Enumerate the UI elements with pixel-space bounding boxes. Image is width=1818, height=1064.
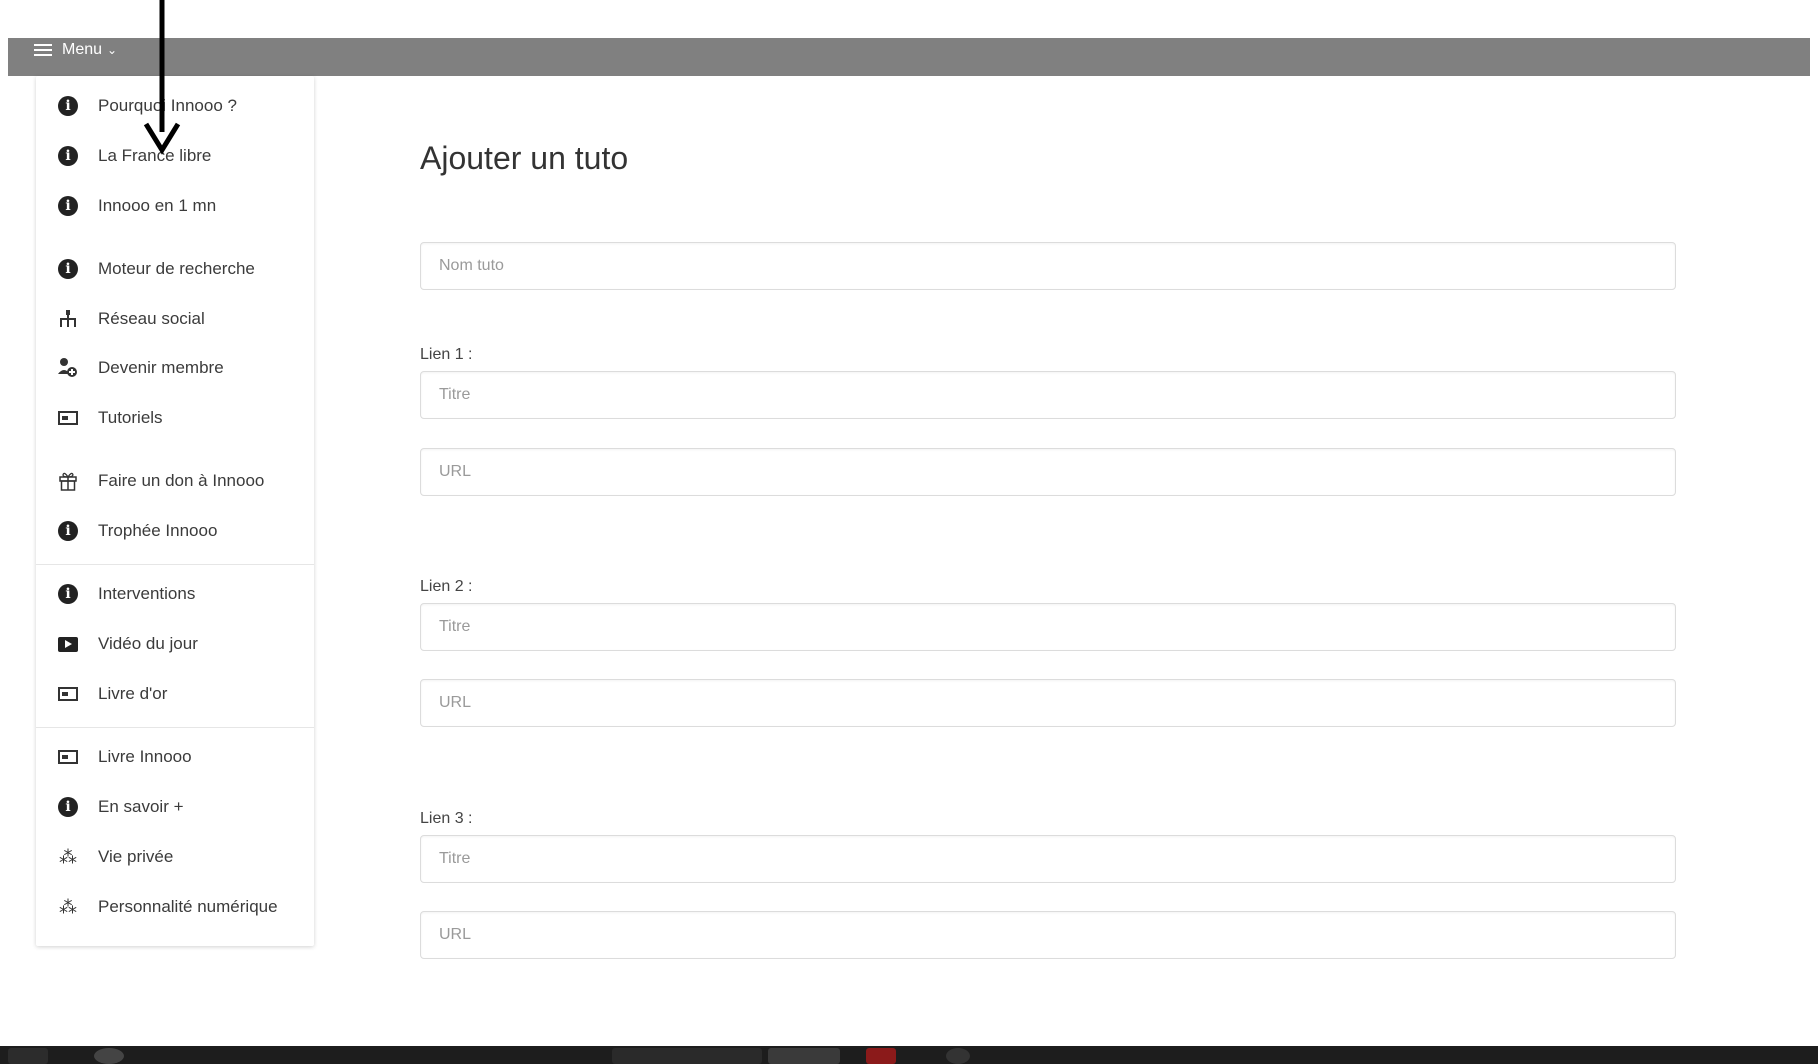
link-2-url-input[interactable]: [420, 679, 1676, 727]
sidebar-item-label: Devenir membre: [98, 358, 224, 377]
link-2-label: Lien 2 :: [420, 578, 473, 595]
play-icon: [56, 632, 80, 656]
sidebar-item-devenir-membre[interactable]: Devenir membre: [36, 350, 314, 386]
menu-label: Menu: [62, 41, 103, 58]
taskbar-app-button[interactable]: [612, 1048, 762, 1064]
browser-icon[interactable]: [768, 1048, 840, 1064]
sidebar-item-label: Personnalité numérique: [98, 897, 278, 916]
info-icon: i: [56, 257, 80, 281]
sidebar-item-personnalite-numerique[interactable]: ⁂ Personnalité numérique: [36, 889, 314, 925]
sidebar-item-label: Livre Innooo: [98, 747, 192, 766]
info-icon: i: [56, 582, 80, 606]
sparkle-icon: ⁂: [59, 896, 77, 918]
sidebar-item-label: Innooo en 1 mn: [98, 196, 217, 215]
tuto-name-input[interactable]: [420, 242, 1676, 290]
sidebar-item-label: En savoir +: [98, 797, 184, 816]
sidebar-item-label: Vie privée: [98, 847, 174, 866]
sidebar-item-moteur-de-recherche[interactable]: i Moteur de recherche: [36, 251, 314, 287]
sidebar-item-livre-dor[interactable]: Livre d'or: [36, 676, 314, 712]
link-3-title-input[interactable]: [420, 835, 1676, 883]
info-icon: i: [56, 144, 80, 168]
add-user-icon: [56, 356, 80, 380]
sidebar-item-label: Tutoriels: [98, 408, 163, 427]
app-icon[interactable]: [866, 1048, 896, 1064]
sidebar-item-livre-innooo[interactable]: Livre Innooo: [36, 739, 314, 775]
page-title: Ajouter un tuto: [420, 140, 629, 176]
sidebar-item-label: Vidéo du jour: [98, 634, 198, 653]
search-icon[interactable]: [94, 1048, 124, 1064]
hamburger-icon: [34, 44, 52, 56]
menu-button[interactable]: Menu ⌄: [34, 38, 117, 62]
sidebar-divider: [36, 727, 314, 728]
info-icon: i: [56, 94, 80, 118]
start-button[interactable]: [8, 1048, 48, 1064]
taskbar: [0, 1046, 1818, 1064]
sidebar-item-interventions[interactable]: i Interventions: [36, 576, 314, 612]
sidebar-item-en-savoir-plus[interactable]: i En savoir +: [36, 789, 314, 825]
sidebar-item-la-france-libre[interactable]: i La France libre: [36, 138, 314, 174]
link-1-title-input[interactable]: [420, 371, 1676, 419]
link-1-url-input[interactable]: [420, 448, 1676, 496]
sidebar-item-reseau-social[interactable]: Réseau social: [36, 301, 314, 337]
list-icon: [56, 682, 80, 706]
sidebar-item-innooo-en-1-mn[interactable]: i Innooo en 1 mn: [36, 188, 314, 224]
sidebar-item-label: Pourquoi Innooo ?: [98, 96, 237, 115]
sidebar-item-label: Interventions: [98, 584, 196, 603]
sidebar-item-tutoriels[interactable]: Tutoriels: [36, 400, 314, 436]
sidebar-item-vie-privee[interactable]: ⁂ Vie privée: [36, 839, 314, 875]
info-icon: i: [56, 194, 80, 218]
top-bar: Menu ⌄: [8, 38, 1810, 76]
sidebar-item-label: Trophée Innooo: [98, 521, 218, 540]
link-3-url-input[interactable]: [420, 911, 1676, 959]
sidebar-item-label: Faire un don à Innooo: [98, 471, 265, 490]
list-icon: [56, 745, 80, 769]
sidebar-item-video-du-jour[interactable]: Vidéo du jour: [36, 626, 314, 662]
network-icon: [56, 307, 80, 331]
sidebar-item-trophee-innooo[interactable]: i Trophée Innooo: [36, 513, 314, 549]
link-2-title-input[interactable]: [420, 603, 1676, 651]
link-1-label: Lien 1 :: [420, 346, 473, 363]
sidebar-item-label: Moteur de recherche: [98, 259, 255, 278]
sidebar-divider: [36, 564, 314, 565]
info-icon: i: [56, 795, 80, 819]
sidebar-item-label: Réseau social: [98, 309, 205, 328]
sidebar-item-label: La France libre: [98, 146, 212, 165]
sidebar-menu: i Pourquoi Innooo ? i La France libre i …: [36, 76, 314, 946]
list-icon: [56, 406, 80, 430]
app-icon[interactable]: [946, 1048, 970, 1064]
sidebar-item-label: Livre d'or: [98, 684, 168, 703]
gift-icon: [56, 469, 80, 493]
sparkle-icon: ⁂: [59, 846, 77, 868]
info-icon: i: [56, 519, 80, 543]
sidebar-item-pourquoi-innooo[interactable]: i Pourquoi Innooo ?: [36, 88, 314, 124]
chevron-down-icon: ⌄: [107, 43, 118, 57]
sidebar-item-faire-un-don[interactable]: Faire un don à Innooo: [36, 463, 314, 499]
link-3-label: Lien 3 :: [420, 810, 473, 827]
